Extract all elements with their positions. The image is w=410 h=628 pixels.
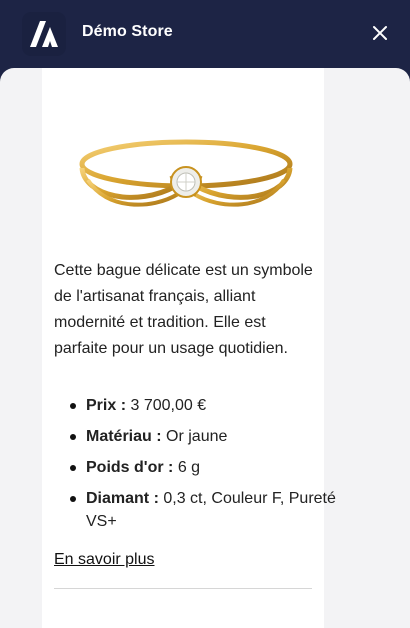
header-bar: Démo Store	[0, 0, 410, 68]
spec-material: Matériau : Or jaune	[70, 425, 348, 448]
spec-diamond: Diamant : 0,3 ct, Couleur F, Pureté VS+	[70, 487, 348, 533]
learn-more-link[interactable]: En savoir plus	[54, 551, 155, 569]
spec-value: 3 700,00 €	[130, 397, 207, 414]
spec-label: Diamant :	[86, 490, 159, 507]
product-description: Cette bague délicate est un symbole de l…	[54, 262, 313, 357]
spec-price: Prix : 3 700,00 €	[70, 394, 348, 417]
close-icon[interactable]	[370, 23, 390, 43]
store-name: Démo Store	[82, 23, 173, 40]
spec-label: Matériau :	[86, 428, 162, 445]
gold-solitaire-ring-image	[79, 139, 293, 207]
spec-label: Poids d'or :	[86, 459, 174, 476]
divider	[54, 588, 312, 589]
product-specs-list: Prix : 3 700,00 € Matériau : Or jaune Po…	[54, 394, 348, 541]
product-card: Cette bague délicate est un symbole de l…	[42, 68, 336, 628]
spec-gold-weight: Poids d'or : 6 g	[70, 456, 348, 479]
spec-value: Or jaune	[166, 428, 228, 445]
spec-value: 6 g	[177, 459, 201, 476]
product-sheet: Cette bague délicate est un symbole de l…	[0, 68, 410, 628]
store-logo-icon	[22, 12, 66, 56]
spec-label: Prix :	[86, 397, 127, 414]
